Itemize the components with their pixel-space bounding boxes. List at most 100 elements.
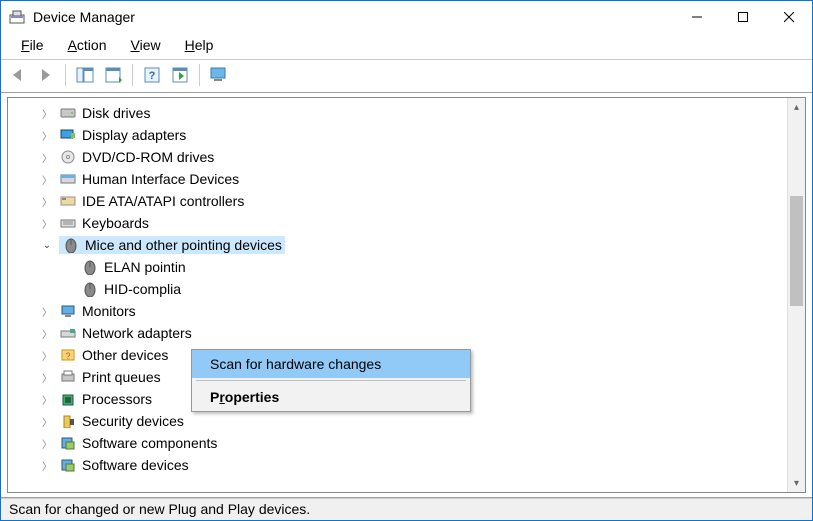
cpu-icon xyxy=(59,391,77,407)
tree-item-label: IDE ATA/ATAPI controllers xyxy=(82,193,244,209)
status-bar: Scan for changed or new Plug and Play de… xyxy=(1,498,812,520)
scroll-thumb[interactable] xyxy=(790,196,803,306)
scroll-down-icon[interactable]: ▾ xyxy=(788,474,805,492)
tree-item-label: Print queues xyxy=(82,369,161,385)
other-icon: ? xyxy=(59,347,77,363)
expander-icon[interactable]: ⌄ xyxy=(40,240,54,251)
content-frame: 〉 Disk drives 〉 Display adapters 〉 DVD/C… xyxy=(1,92,812,498)
menu-file[interactable]: File xyxy=(11,35,54,55)
close-button[interactable] xyxy=(766,1,812,33)
toolbar: ? xyxy=(1,59,812,92)
monitor-icon[interactable] xyxy=(208,64,230,86)
tree-item-label: Human Interface Devices xyxy=(82,171,239,187)
tree-item-hid[interactable]: 〉 Human Interface Devices xyxy=(18,168,785,190)
expander-icon[interactable]: 〉 xyxy=(40,326,54,341)
menu-help[interactable]: Help xyxy=(175,35,224,55)
tree-item-label: Software devices xyxy=(82,457,189,473)
tree-item-label: Security devices xyxy=(82,413,184,429)
menu-action[interactable]: Action xyxy=(58,35,117,55)
cdrom-icon xyxy=(59,149,77,165)
menu-bar: File Action View Help xyxy=(1,33,812,59)
tree-item-dvd-cdrom[interactable]: 〉 DVD/CD-ROM drives xyxy=(18,146,785,168)
expander-icon[interactable]: 〉 xyxy=(40,128,54,143)
disk-drive-icon xyxy=(59,105,77,121)
tree-item-disk-drives[interactable]: 〉 Disk drives xyxy=(18,102,785,124)
software-icon xyxy=(59,435,77,451)
tree-item-label: Display adapters xyxy=(82,127,186,143)
svg-text:?: ? xyxy=(149,70,156,82)
printer-icon xyxy=(59,369,77,385)
ide-icon xyxy=(59,193,77,209)
toolbar-separator xyxy=(65,64,66,86)
ctx-item-label: Scan for hardware changes xyxy=(210,356,381,372)
tree-item-label: ELAN pointin xyxy=(104,259,186,275)
tree-item-label: Keyboards xyxy=(82,215,149,231)
expander-icon[interactable]: 〉 xyxy=(40,172,54,187)
app-icon xyxy=(9,9,25,25)
expander-icon[interactable]: 〉 xyxy=(40,194,54,209)
tree-item-label: DVD/CD-ROM drives xyxy=(82,149,214,165)
window-title: Device Manager xyxy=(33,9,135,25)
tree-item-network[interactable]: 〉 Network adapters xyxy=(18,322,785,344)
tree-item-label: Disk drives xyxy=(82,105,150,121)
expander-icon[interactable]: 〉 xyxy=(40,392,54,407)
menu-view[interactable]: View xyxy=(121,35,171,55)
ctx-scan-hardware[interactable]: Scan for hardware changes xyxy=(192,350,470,378)
expander-icon[interactable]: 〉 xyxy=(40,150,54,165)
security-icon xyxy=(59,413,77,429)
mouse-icon xyxy=(81,259,99,275)
display-adapter-icon xyxy=(59,127,77,143)
toolbar-separator xyxy=(132,64,133,86)
ctx-separator xyxy=(196,380,466,381)
scan-hardware-icon[interactable] xyxy=(169,64,191,86)
tree-item-label: Monitors xyxy=(82,303,136,319)
tree-item-label: Mice and other pointing devices xyxy=(85,237,282,253)
tree-item-software-components[interactable]: 〉 Software components xyxy=(18,432,785,454)
svg-text:?: ? xyxy=(65,351,70,361)
expander-icon[interactable]: 〉 xyxy=(40,414,54,429)
tree-item-label: Network adapters xyxy=(82,325,192,341)
tree-item-software-devices[interactable]: 〉 Software devices xyxy=(18,454,785,476)
monitor-icon xyxy=(59,303,77,319)
tree-item-display-adapters[interactable]: 〉 Display adapters xyxy=(18,124,785,146)
expander-icon[interactable]: 〉 xyxy=(40,370,54,385)
title-bar: Device Manager xyxy=(1,1,812,33)
expander-icon[interactable]: 〉 xyxy=(40,348,54,363)
tree-item-elan[interactable]: ELAN pointin xyxy=(18,256,785,278)
forward-button[interactable] xyxy=(35,64,57,86)
tree-item-ide[interactable]: 〉 IDE ATA/ATAPI controllers xyxy=(18,190,785,212)
tree-item-hidmouse[interactable]: HID-complia xyxy=(18,278,785,300)
expander-icon[interactable]: 〉 xyxy=(40,216,54,231)
export-icon[interactable] xyxy=(102,64,124,86)
help-icon[interactable]: ? xyxy=(141,64,163,86)
show-hide-tree-icon[interactable] xyxy=(74,64,96,86)
expander-icon[interactable]: 〉 xyxy=(40,106,54,121)
device-tree[interactable]: 〉 Disk drives 〉 Display adapters 〉 DVD/C… xyxy=(7,97,806,493)
maximize-button[interactable] xyxy=(720,1,766,33)
keyboard-icon xyxy=(59,215,77,231)
selected-node: Mice and other pointing devices xyxy=(59,236,285,254)
scroll-up-icon[interactable]: ▴ xyxy=(788,98,805,116)
tree-item-monitors[interactable]: 〉 Monitors xyxy=(18,300,785,322)
expander-icon[interactable]: 〉 xyxy=(40,436,54,451)
tree-item-keyboards[interactable]: 〉 Keyboards xyxy=(18,212,785,234)
back-button[interactable] xyxy=(7,64,29,86)
tree-item-mice[interactable]: ⌄ Mice and other pointing devices xyxy=(18,234,785,256)
vertical-scrollbar[interactable]: ▴ ▾ xyxy=(787,98,805,492)
tree-item-label: Processors xyxy=(82,391,152,407)
minimize-button[interactable] xyxy=(674,1,720,33)
context-menu: Scan for hardware changes Properties xyxy=(191,349,471,412)
tree-item-label: HID-complia xyxy=(104,281,181,297)
network-icon xyxy=(59,325,77,341)
software-icon xyxy=(59,457,77,473)
expander-icon[interactable]: 〉 xyxy=(40,458,54,473)
status-text: Scan for changed or new Plug and Play de… xyxy=(9,501,310,517)
ctx-properties[interactable]: Properties xyxy=(192,383,470,411)
toolbar-separator xyxy=(199,64,200,86)
mouse-icon xyxy=(62,237,80,253)
expander-icon[interactable]: 〉 xyxy=(40,304,54,319)
tree-item-label: Software components xyxy=(82,435,217,451)
tree-item-security[interactable]: 〉 Security devices xyxy=(18,410,785,432)
tree-item-label: Other devices xyxy=(82,347,168,363)
window-controls xyxy=(674,1,812,33)
